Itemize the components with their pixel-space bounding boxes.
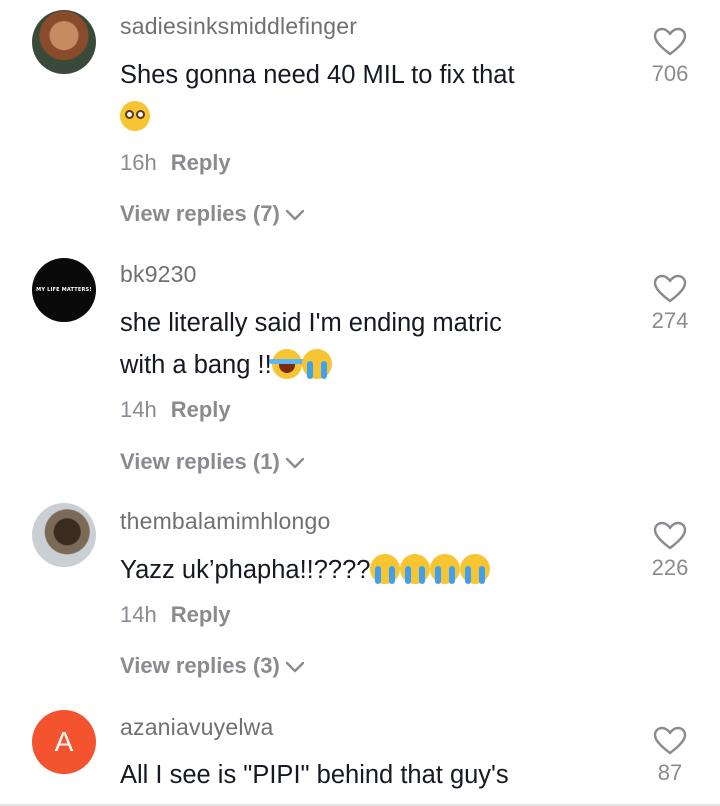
view-replies-label: View replies (1) xyxy=(120,449,280,474)
avatar[interactable]: A xyxy=(32,710,96,774)
like-button[interactable]: 226 xyxy=(640,521,700,581)
like-count: 274 xyxy=(651,308,689,333)
like-count: 87 xyxy=(657,760,683,785)
chevron-down-icon xyxy=(284,202,306,228)
loudly-crying-emoji xyxy=(301,349,332,379)
heart-icon xyxy=(640,274,700,304)
comment-text: Yazz uk’phapha!!???? xyxy=(120,549,630,591)
like-count: 706 xyxy=(651,61,689,86)
view-replies-button[interactable]: View replies (1) xyxy=(120,449,306,476)
comment-text-line: she literally said I'm ending matric xyxy=(120,309,502,337)
flushed-face-emoji xyxy=(120,101,150,131)
comment-text: All I see is "PIPI" behind that guy's xyxy=(120,754,630,796)
comment-meta: 16h Reply xyxy=(120,150,231,176)
loudly-crying-emoji xyxy=(400,554,431,584)
heart-icon xyxy=(640,521,700,551)
comment-meta: 14h Reply xyxy=(120,397,231,423)
reply-button[interactable]: Reply xyxy=(171,150,231,175)
loudly-crying-emoji xyxy=(460,554,491,584)
like-button[interactable]: 274 xyxy=(640,274,700,334)
chevron-down-icon xyxy=(284,654,306,680)
tears-of-joy-emoji xyxy=(268,349,305,379)
comment-time: 14h xyxy=(120,397,157,422)
heart-icon xyxy=(640,27,700,57)
avatar[interactable] xyxy=(32,10,96,74)
comment-time: 16h xyxy=(120,150,157,175)
comment-username[interactable]: thembalamimhlongo xyxy=(120,508,331,535)
avatar-letter: A xyxy=(54,726,74,757)
like-button[interactable]: 706 xyxy=(640,27,700,87)
comment-meta: 14h Reply xyxy=(120,602,231,628)
view-replies-label: View replies (3) xyxy=(120,653,280,678)
comment-text-line: Shes gonna need 40 MIL to fix that xyxy=(120,61,515,89)
chevron-down-icon xyxy=(284,450,306,476)
view-replies-button[interactable]: View replies (7) xyxy=(120,201,306,228)
comment-username[interactable]: bk9230 xyxy=(120,261,197,288)
like-count: 226 xyxy=(651,555,689,580)
comment-text-line: Yazz uk’phapha!!???? xyxy=(120,556,371,584)
view-replies-label: View replies (7) xyxy=(120,201,280,226)
comment-text: she literally said I'm ending matric wit… xyxy=(120,302,630,386)
loudly-crying-emoji xyxy=(430,554,461,584)
like-button[interactable]: 87 xyxy=(640,726,700,786)
reply-button[interactable]: Reply xyxy=(171,602,231,627)
loudly-crying-emoji xyxy=(370,554,401,584)
view-replies-button[interactable]: View replies (3) xyxy=(120,653,306,680)
heart-icon xyxy=(640,726,700,756)
comment-username[interactable]: azaniavuyelwa xyxy=(120,714,273,741)
comment-time: 14h xyxy=(120,602,157,627)
reply-button[interactable]: Reply xyxy=(171,397,231,422)
comment-text: Shes gonna need 40 MIL to fix that xyxy=(120,54,630,138)
comment-username[interactable]: sadiesinksmiddlefinger xyxy=(120,13,357,40)
comment-text-line: with a bang !! xyxy=(120,351,272,379)
avatar-label: MY LIFE MATTERS! xyxy=(36,287,92,293)
avatar[interactable]: MY LIFE MATTERS! xyxy=(32,258,96,322)
comment-text-line: All I see is "PIPI" behind that guy's xyxy=(120,761,509,789)
avatar[interactable] xyxy=(32,503,96,567)
